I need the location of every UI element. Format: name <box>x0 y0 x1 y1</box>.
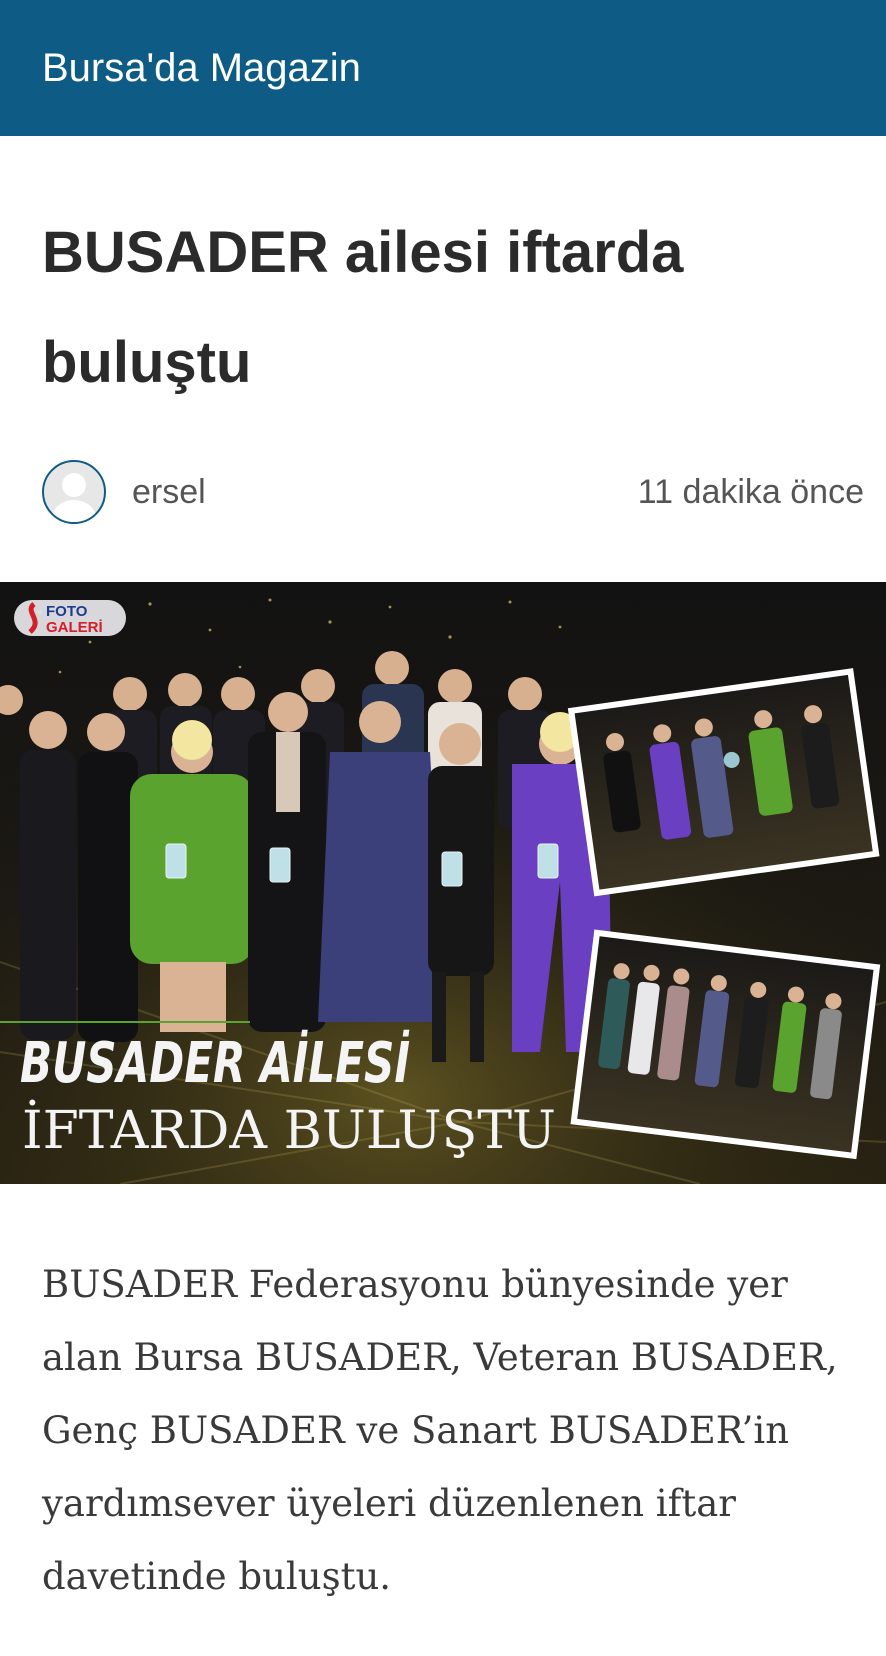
article-meta: ersel 11 dakika önce <box>42 458 864 526</box>
publish-time: 11 dakika önce <box>637 472 864 511</box>
hero-headline-line2: İFTARDA BULUŞTU <box>22 1100 556 1161</box>
hero-headline-line1: BUSADER AİLESİ <box>20 1031 410 1096</box>
hero-image[interactable]: FOTO GALERİ BUSADER AİLESİ İFTARDA BULUŞ… <box>0 582 886 1184</box>
site-title-link[interactable]: Bursa'da Magazin <box>42 46 361 91</box>
author-name[interactable]: ersel <box>132 473 206 512</box>
author-info[interactable]: ersel <box>42 460 206 524</box>
gallery-badge-line1: FOTO <box>46 603 88 620</box>
gallery-badge-line2: GALERİ <box>46 619 103 636</box>
inset-photo-bottom <box>570 929 881 1160</box>
avatar-icon[interactable] <box>42 460 106 524</box>
article-body: BUSADER Federasyonu bünyesinde yer alan … <box>42 1263 838 1598</box>
article-title: BUSADER ailesi iftarda buluştu <box>42 220 684 395</box>
inset-photo-top <box>567 668 880 897</box>
site-header: Bursa'da Magazin <box>0 0 886 136</box>
photo-gallery-badge-icon: FOTO GALERİ <box>14 600 126 636</box>
